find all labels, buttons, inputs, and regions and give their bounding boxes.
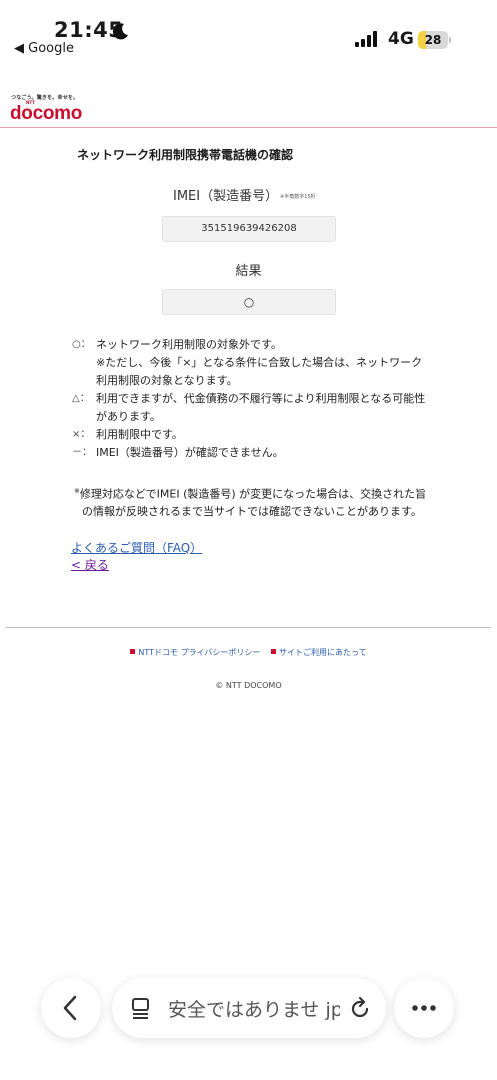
footer-divider — [6, 627, 491, 628]
result-label: 結果 — [235, 264, 262, 279]
legend-text: 利用制限中です。 — [96, 428, 183, 441]
faq-link[interactable]: よくあるご質問（FAQ） — [71, 539, 202, 556]
legend-item-warning: △： 利用できますが、代金債務の不履行等により利用制限となる可能性があります。 — [72, 390, 432, 426]
legend-mark: △： — [72, 393, 90, 404]
status-bar: 21:45 ◀ Google 4G 28 — [0, 0, 497, 62]
imei-value-field[interactable]: 351519639426208 — [162, 216, 336, 242]
note-text: 修理対応などでIMEI (製造番号) が変更になった場合は、交換された旨の情報が… — [79, 487, 427, 518]
cellular-signal-icon — [355, 31, 377, 47]
url-text[interactable]: 安全ではありませ jp — [168, 995, 340, 1022]
legend-item-ok-note: ※ただし、今後「×」となる条件に合致した場合は、ネットワーク利用制限の対象となり… — [72, 354, 432, 390]
page-title: ネットワーク利用制限携帯電話機の確認 — [77, 148, 294, 162]
moon-icon — [112, 23, 128, 40]
legend-item-unknown: －： IMEI（製造番号）が確認できません。 — [72, 444, 432, 462]
legend-text: IMEI（製造番号）が確認できません。 — [96, 446, 284, 459]
battery-level: 28 — [424, 33, 442, 47]
address-bar[interactable]: 安全ではありませ jp — [112, 978, 386, 1038]
imei-format-note: ※半角数字15桁 — [280, 194, 316, 200]
bullet-icon — [270, 649, 276, 654]
legend-mark: ×： — [72, 429, 91, 440]
footer-links: NTTドコモ プライバシーポリシー サイトご利用にあたって — [0, 647, 497, 658]
tabs-icon[interactable] — [130, 997, 152, 1019]
reload-icon[interactable] — [348, 996, 372, 1020]
copyright: © NTT DOCOMO — [215, 681, 282, 690]
back-chevron-icon — [63, 995, 77, 1021]
legend-text: ※ただし、今後「×」となる条件に合致した場合は、ネットワーク利用制限の対象となり… — [96, 356, 423, 387]
network-type: 4G — [388, 29, 414, 49]
bullet-icon — [130, 649, 136, 654]
brand-tagline: つなごう。驚きを。幸せを。 — [11, 95, 79, 101]
site-header: つなごう。驚きを。幸せを。 NTT docomo — [0, 90, 497, 128]
legend-item-restricted: ×： 利用制限中です。 — [72, 426, 432, 444]
site-terms-link[interactable]: サイトご利用にあたって — [270, 648, 367, 657]
legend-text: 利用できますが、代金債務の不履行等により利用制限となる可能性があります。 — [96, 392, 426, 423]
back-to-app-link[interactable]: ◀ Google — [14, 41, 74, 56]
result-value-field: ○ — [162, 289, 336, 315]
privacy-policy-link[interactable]: NTTドコモ プライバシーポリシー — [130, 648, 260, 657]
imei-label: IMEI（製造番号） — [173, 189, 279, 204]
back-link[interactable]: < 戻る — [71, 556, 109, 573]
more-icon — [412, 1005, 436, 1011]
result-legend: ○： ネットワーク利用制限の対象外です。 ※ただし、今後「×」となる条件に合致し… — [72, 336, 432, 462]
imei-change-note: ※修理対応などでIMEI (製造番号) が変更になった場合は、交換された旨の情報… — [72, 483, 432, 520]
legend-mark: ○： — [72, 339, 91, 350]
battery-indicator: 28 — [418, 31, 452, 49]
docomo-logo[interactable]: docomo — [10, 103, 82, 125]
legend-mark: －： — [72, 447, 92, 458]
legend-item-ok: ○： ネットワーク利用制限の対象外です。 — [72, 336, 432, 354]
legend-text: ネットワーク利用制限の対象外です。 — [96, 338, 282, 351]
browser-back-button[interactable] — [41, 978, 101, 1038]
more-options-button[interactable] — [394, 978, 454, 1038]
